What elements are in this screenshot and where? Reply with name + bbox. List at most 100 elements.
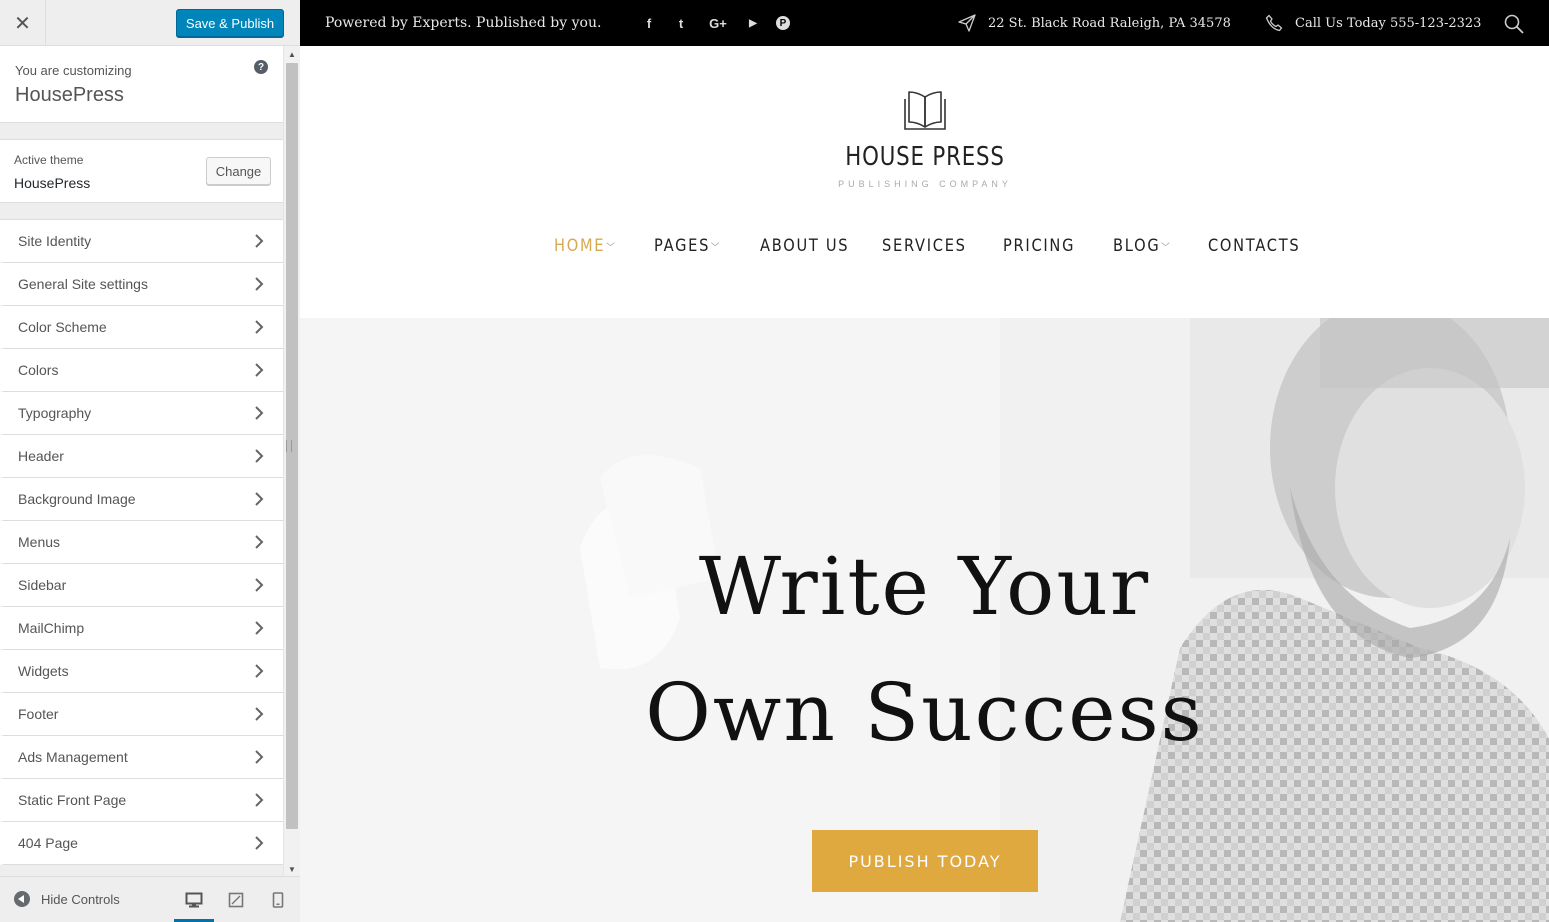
resize-grip-icon[interactable] [286,440,292,452]
nav-pages[interactable]: PAGES﹀ [654,236,721,256]
preview-tablet-button[interactable] [216,887,256,922]
chevron-down-icon: ﹀ [710,243,722,254]
chevron-right-icon [255,707,264,721]
customizer-panel: You are customizing HousePress ? Active … [0,46,283,876]
section-widgets[interactable]: Widgets [0,650,283,693]
site-preview: Powered by Experts. Published by you. f … [300,0,1549,922]
section-label: Color Scheme [18,319,107,335]
google-plus-icon[interactable]: G+ [704,14,732,32]
chevron-right-icon [255,234,264,248]
chevron-right-icon [255,621,264,635]
hero-heading-line-2: Own Success [645,666,1204,759]
section-static-front-page[interactable]: Static Front Page [0,779,283,822]
section-ads-management[interactable]: Ads Management [0,736,283,779]
main-navigation: HOME﹀ PAGES﹀ ABOUT US SERVICES PRICING BLOG﹀ C… [300,236,1549,262]
preview-mobile-button[interactable] [258,887,298,922]
chevron-right-icon [255,406,264,420]
active-theme-label: Active theme [14,153,84,167]
section-colors[interactable]: Colors [0,349,283,392]
contact-address: 22 St. Black Road Raleigh, PA 34578 [988,16,1231,31]
active-theme-name: HousePress [14,175,91,191]
chevron-right-icon [255,320,264,334]
section-label: Ads Management [18,749,128,765]
section-background-image[interactable]: Background Image [0,478,283,521]
sidebar-scrollbar[interactable]: ▲ ▼ [283,46,300,876]
nav-label: PRICING [1003,236,1076,256]
section-sidebar[interactable]: Sidebar [0,564,283,607]
publish-today-button[interactable]: PUBLISH TODAY [812,830,1038,892]
close-customizer-button[interactable]: ✕ [0,0,46,46]
section-label: Site Identity [18,233,92,249]
nav-home[interactable]: HOME﹀ [554,236,616,256]
chevron-right-icon [255,492,264,506]
hide-controls-button[interactable]: Hide Controls [14,891,120,907]
chevron-right-icon [255,535,264,549]
scroll-up-icon[interactable]: ▲ [288,50,296,59]
hero-section: Write Your Own Success PUBLISH TODAY [300,318,1549,922]
section-label: Menus [18,534,61,550]
chevron-right-icon [255,449,264,463]
chevron-right-icon [255,750,264,764]
tablet-icon [228,892,244,908]
section-footer[interactable]: Footer [0,693,283,736]
section-menus[interactable]: Menus [0,521,283,564]
section-404-page[interactable]: 404 Page [0,822,283,865]
site-logo-subtitle: PUBLISHING COMPANY [838,179,1012,189]
section-label: MailChimp [18,620,85,636]
nav-label: CONTACTS [1208,236,1301,256]
collapse-arrow-icon [14,891,30,907]
section-mailchimp[interactable]: MailChimp [0,607,283,650]
help-icon[interactable]: ? [254,60,268,74]
site-tagline: Powered by Experts. Published by you. [325,15,602,31]
section-label: Header [18,448,64,464]
youtube-icon[interactable]: ▶ [744,14,762,32]
section-label: Footer [18,706,59,722]
chevron-down-icon: ﹀ [1161,243,1172,254]
facebook-icon[interactable]: f [640,14,658,32]
section-color-scheme[interactable]: Color Scheme [0,306,283,349]
hero-heading-line-1: Write Your [698,540,1151,633]
chevron-right-icon [255,664,264,678]
pinterest-icon[interactable]: P [776,16,790,30]
chevron-right-icon [255,793,264,807]
nav-label: HOME [554,236,606,256]
chevron-right-icon [255,277,264,291]
paper-plane-icon [958,14,976,32]
section-general-site-settings[interactable]: General Site settings [0,263,283,306]
hide-controls-label: Hide Controls [41,891,120,907]
search-icon[interactable] [1504,14,1524,34]
site-title: HousePress [15,84,124,106]
nav-label: BLOG [1113,236,1161,256]
scroll-down-icon[interactable]: ▼ [288,865,296,874]
customizer-info: You are customizing HousePress ? [0,46,283,123]
nav-label: PAGES [654,236,711,256]
change-theme-button[interactable]: Change [206,157,271,185]
nav-label: SERVICES [882,236,967,256]
chevron-right-icon [255,578,264,592]
section-site-identity[interactable]: Site Identity [0,220,283,263]
contact-phone: Call Us Today 555-123-2323 [1295,16,1482,31]
nav-blog[interactable]: BLOG﹀ [1113,236,1172,256]
desktop-icon [185,892,203,908]
nav-contacts[interactable]: CONTACTS [1208,236,1300,256]
section-label: Typography [18,405,92,421]
nav-pricing[interactable]: PRICING [1003,236,1075,256]
chevron-down-icon: ﹀ [606,243,617,254]
open-book-icon [904,91,946,130]
section-label: General Site settings [18,276,148,292]
nav-about-us[interactable]: ABOUT US [760,236,849,256]
section-label: Sidebar [18,577,67,593]
customizer-footer: Hide Controls [0,876,300,922]
site-logo-title[interactable]: HOUSE PRESS [823,142,1028,172]
preview-desktop-button[interactable] [174,887,214,922]
close-icon: ✕ [14,12,31,35]
twitter-icon[interactable]: t [672,14,690,32]
nav-label: ABOUT US [760,236,850,256]
save-publish-button[interactable]: Save & Publish [176,9,284,37]
section-typography[interactable]: Typography [0,392,283,435]
chevron-right-icon [255,836,264,850]
nav-services[interactable]: SERVICES [882,236,967,256]
customizing-label: You are customizing [15,63,132,78]
customizer-header: ✕ Save & Publish [0,0,300,46]
section-header[interactable]: Header [0,435,283,478]
